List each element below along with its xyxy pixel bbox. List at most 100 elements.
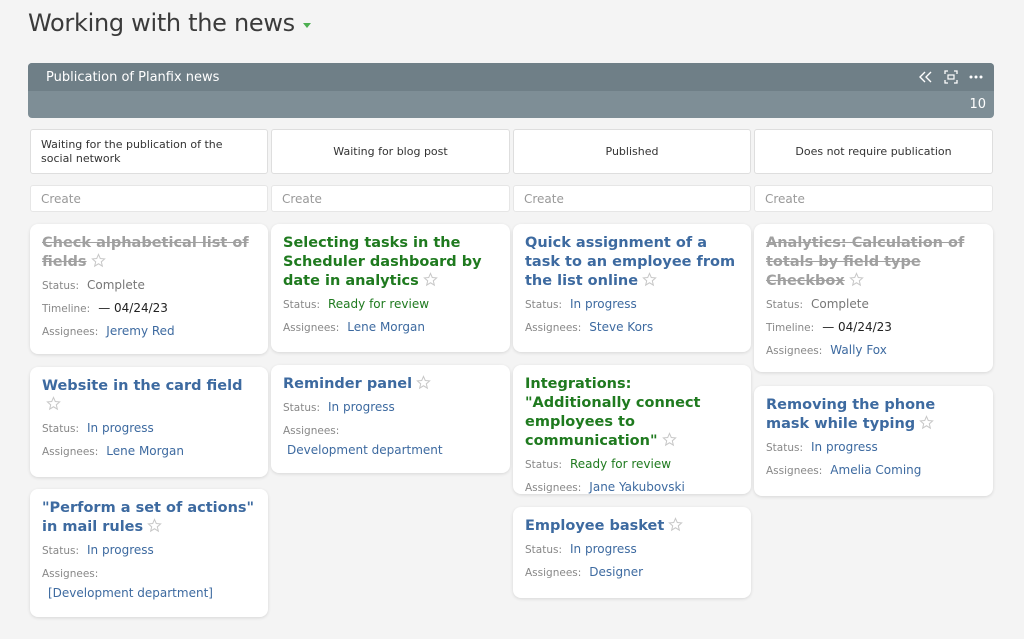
page-title[interactable]: Working with the news	[28, 9, 311, 37]
status-row: Status: In progress	[42, 420, 256, 438]
task-title-text: Website in the card field	[42, 378, 243, 394]
assignees-row: Assignees: Lene Morgan	[42, 443, 256, 461]
assignee-link[interactable]: Amelia Coming	[830, 463, 921, 477]
assignees-label: Assignees:	[766, 465, 823, 477]
status-row: Status: Complete	[766, 296, 981, 314]
assignees-label: Assignees:	[42, 446, 99, 458]
assignees-label: Assignees:	[525, 322, 582, 334]
assignee-link[interactable]: Development department	[287, 442, 498, 459]
star-outline-icon[interactable]	[919, 415, 935, 430]
status-row: Status: Complete	[42, 277, 256, 295]
task-title-text: Employee basket	[525, 518, 665, 534]
assignees-label: Assignees:	[283, 425, 340, 437]
task-card[interactable]: Check alphabetical list of fields Status…	[30, 224, 268, 354]
column-header-social[interactable]: Waiting for the publication of the socia…	[30, 129, 268, 174]
status-label: Status:	[525, 544, 562, 556]
star-outline-icon[interactable]	[147, 518, 162, 533]
star-outline-icon[interactable]	[668, 517, 684, 532]
double-chevron-left-icon[interactable]	[918, 69, 934, 85]
task-title[interactable]: Quick assignment of a task to an employe…	[525, 234, 739, 291]
task-card[interactable]: Integrations: "Additionally connect empl…	[513, 365, 751, 494]
star-outline-icon[interactable]	[642, 272, 657, 287]
assignees-row: Assignees: [Development department]	[42, 565, 256, 602]
task-title[interactable]: Integrations: "Additionally connect empl…	[525, 375, 739, 451]
board-name: Publication of Planfix news	[46, 69, 220, 85]
star-outline-icon[interactable]	[416, 375, 431, 390]
star-outline-icon[interactable]	[422, 272, 438, 287]
assignees-label: Assignees:	[525, 567, 582, 579]
task-card[interactable]: Analytics: Calculation of totals by fiel…	[754, 224, 993, 372]
timeline-row: Timeline: — 04/24/23	[42, 300, 256, 318]
status-value: Ready for review	[570, 457, 672, 471]
assignees-row: Assignees: Jeremy Red	[42, 323, 256, 341]
task-card[interactable]: Website in the card field Status: In prog…	[30, 367, 268, 477]
star-outline-icon[interactable]	[848, 272, 864, 287]
task-title[interactable]: "Perform a set of actions" in mail rules	[42, 499, 256, 537]
assignee-link[interactable]: Jane Yakubovski	[589, 480, 685, 494]
status-label: Status:	[525, 459, 562, 471]
assignee-link[interactable]: Steve Kors	[589, 320, 653, 334]
task-title[interactable]: Selecting tasks in the Scheduler dashboa…	[283, 234, 498, 291]
assignees-label: Assignees:	[42, 568, 99, 580]
assignee-link[interactable]: Lene Morgan	[106, 444, 184, 458]
task-title[interactable]: Check alphabetical list of fields	[42, 234, 256, 272]
create-task-button[interactable]: Create	[271, 185, 510, 212]
assignees-row: Assignees: Jane Yakubovski	[525, 479, 739, 497]
assignees-row: Assignees: Designer	[525, 564, 739, 582]
status-row: Status: In progress	[766, 439, 981, 457]
task-title-text: Analytics: Calculation of totals by fiel…	[766, 235, 965, 289]
assignee-link[interactable]: Designer	[589, 565, 643, 579]
timeline-row: Timeline: — 04/24/23	[766, 319, 981, 337]
assignees-row: Assignees: Amelia Coming	[766, 462, 981, 480]
assignees-label: Assignees:	[525, 482, 582, 494]
create-task-button[interactable]: Create	[513, 185, 751, 212]
star-outline-icon[interactable]	[46, 396, 61, 411]
status-label: Status:	[283, 402, 320, 414]
column-header-published[interactable]: Published	[513, 129, 751, 174]
create-task-button[interactable]: Create	[754, 185, 993, 212]
task-title-text: Selecting tasks in the Scheduler dashboa…	[283, 235, 482, 289]
status-row: Status: In progress	[525, 296, 739, 314]
task-title[interactable]: Analytics: Calculation of totals by fiel…	[766, 234, 981, 291]
status-value: Complete	[811, 297, 869, 311]
column-header-blog[interactable]: Waiting for blog post	[271, 129, 510, 174]
task-title[interactable]: Reminder panel	[283, 375, 498, 394]
task-card[interactable]: Reminder panel Status: In progress Assign…	[271, 365, 510, 473]
status-value: Ready for review	[328, 297, 430, 311]
status-row: Status: In progress	[42, 542, 256, 560]
assignee-link[interactable]: Jeremy Red	[106, 324, 174, 338]
assignees-label: Assignees:	[42, 326, 99, 338]
caret-down-icon[interactable]	[302, 23, 311, 28]
status-value: In progress	[570, 542, 637, 556]
task-title-text: Check alphabetical list of fields	[42, 235, 249, 270]
column-header-no-publication[interactable]: Does not require publication	[754, 129, 993, 174]
status-value: In progress	[328, 400, 395, 414]
task-title-text: Removing the phone mask while typing	[766, 397, 936, 432]
status-label: Status:	[525, 299, 562, 311]
assignee-link[interactable]: Wally Fox	[830, 343, 887, 357]
assignees-row: Assignees: Development department	[283, 422, 498, 459]
column-title: Waiting for blog post	[333, 144, 448, 158]
focus-frame-icon[interactable]	[943, 69, 959, 85]
assignee-link[interactable]: [Development department]	[48, 585, 256, 602]
star-outline-icon[interactable]	[661, 432, 677, 447]
task-card[interactable]: "Perform a set of actions" in mail rules…	[30, 489, 268, 617]
task-title[interactable]: Website in the card field	[42, 377, 256, 415]
star-outline-icon[interactable]	[90, 253, 106, 268]
task-card[interactable]: Employee basket Status: In progress Assig…	[513, 507, 751, 598]
assignee-link[interactable]: Lene Morgan	[347, 320, 425, 334]
task-title[interactable]: Employee basket	[525, 517, 739, 536]
status-value: In progress	[87, 543, 154, 557]
task-title[interactable]: Removing the phone mask while typing	[766, 396, 981, 434]
board-header-tools	[918, 69, 984, 85]
task-card[interactable]: Removing the phone mask while typing Sta…	[754, 386, 993, 496]
task-card[interactable]: Selecting tasks in the Scheduler dashboa…	[271, 224, 510, 352]
status-value: In progress	[87, 421, 154, 435]
status-row: Status: In progress	[525, 541, 739, 559]
status-label: Status:	[42, 423, 79, 435]
status-value: In progress	[811, 440, 878, 454]
task-card[interactable]: Quick assignment of a task to an employe…	[513, 224, 751, 352]
more-dots-icon[interactable]	[968, 69, 984, 85]
board-header-bar: Publication of Planfix news	[28, 63, 994, 91]
create-task-button[interactable]: Create	[30, 185, 268, 212]
